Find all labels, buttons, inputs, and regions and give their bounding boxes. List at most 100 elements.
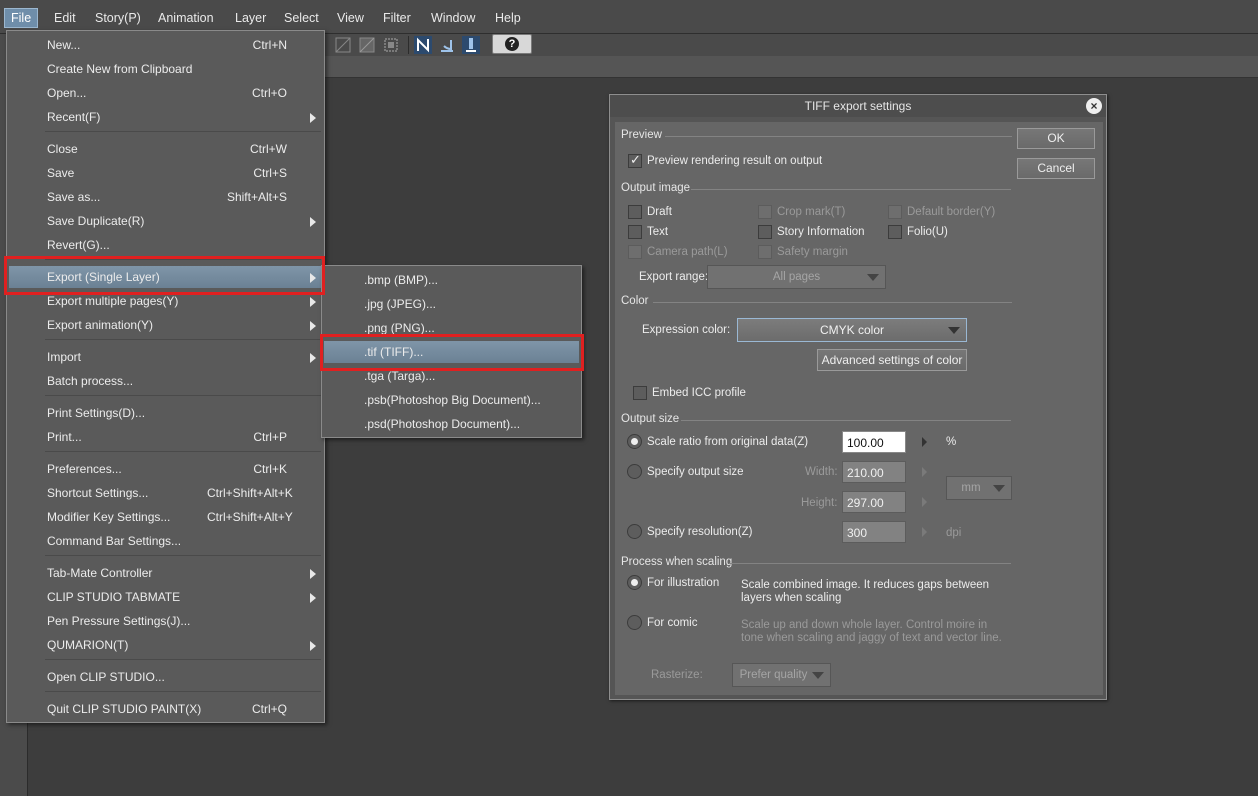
menu-item-open[interactable]: Open... Ctrl+O <box>9 82 322 104</box>
scale-unit-label: % <box>946 436 957 448</box>
advanced-color-settings-button[interactable]: Advanced settings of color <box>817 349 967 371</box>
expression-color-select[interactable]: CMYK color <box>737 318 967 342</box>
scale-ratio-input[interactable]: 100.00 <box>842 431 906 453</box>
height-input: 297.00 <box>842 491 906 513</box>
folio-checkbox[interactable] <box>888 225 902 239</box>
story-info-checkbox[interactable] <box>758 225 772 239</box>
menu-item-print[interactable]: Print... Ctrl+P <box>9 426 322 448</box>
unit-select: mm <box>946 476 1012 500</box>
menu-story[interactable]: Story(P) <box>89 8 147 28</box>
menu-window[interactable]: Window <box>425 8 481 28</box>
menu-item-label: Save Duplicate(R) <box>47 214 145 228</box>
menu-item-label: New... <box>47 38 81 52</box>
snap-grid-icon[interactable] <box>462 36 480 54</box>
submenu-item-psd[interactable]: .psd(Photoshop Document)... <box>324 413 579 435</box>
menu-item-shortcut: Ctrl+W <box>250 142 287 156</box>
selection-icon[interactable] <box>382 36 400 54</box>
chevron-down-icon <box>812 672 824 679</box>
submenu-item-jpg[interactable]: .jpg (JPEG)... <box>324 293 579 315</box>
menu-item-label: Open CLIP STUDIO... <box>47 670 165 684</box>
menu-item-label: Export animation(Y) <box>47 318 154 332</box>
specify-size-radio[interactable] <box>627 464 642 479</box>
menu-item-open-clip-studio[interactable]: Open CLIP STUDIO... <box>9 666 322 688</box>
text-label: Text <box>647 226 669 238</box>
menu-item-pen-pressure-settings[interactable]: Pen Pressure Settings(J)... <box>9 610 322 632</box>
submenu-item-psb[interactable]: .psb(Photoshop Big Document)... <box>324 389 579 411</box>
menu-item-label: QUMARION(T) <box>47 638 129 652</box>
help-button[interactable]: ? <box>492 34 532 54</box>
draft-checkbox[interactable] <box>628 205 642 219</box>
menu-view[interactable]: View <box>331 8 370 28</box>
menu-file[interactable]: File <box>4 8 39 28</box>
menu-item-recent[interactable]: Recent(F) <box>9 106 322 128</box>
for-comic-label: For comic <box>647 617 698 629</box>
menu-item-shortcut: Ctrl+N <box>252 38 287 52</box>
submenu-item-label: .psd(Photoshop Document)... <box>364 417 521 431</box>
resolution-stepper-icon <box>922 527 927 537</box>
menu-item-save-as[interactable]: Save as... Shift+Alt+S <box>9 186 322 208</box>
menu-item-revert[interactable]: Revert(G)... <box>9 234 322 256</box>
camera-path-checkbox <box>628 245 642 259</box>
scale-ratio-stepper-icon[interactable] <box>922 437 927 447</box>
menu-item-shortcut: Ctrl+P <box>253 430 287 444</box>
scale-ratio-radio[interactable] <box>627 434 642 449</box>
expression-color-value: CMYK color <box>819 323 884 337</box>
snap-ruler-icon[interactable] <box>414 36 432 54</box>
transparency-icon[interactable] <box>334 36 352 54</box>
for-comic-radio[interactable] <box>627 615 642 630</box>
snap-special-ruler-icon[interactable] <box>438 36 456 54</box>
submenu-arrow-icon <box>310 593 316 603</box>
menu-item-batch-process[interactable]: Batch process... <box>9 370 322 392</box>
cancel-button[interactable]: Cancel <box>1017 158 1095 179</box>
menu-help[interactable]: Help <box>489 8 527 28</box>
menu-item-save-duplicate[interactable]: Save Duplicate(R) <box>9 210 322 232</box>
menu-edit[interactable]: Edit <box>48 8 82 28</box>
menu-item-save[interactable]: Save Ctrl+S <box>9 162 322 184</box>
submenu-arrow-icon <box>310 297 316 307</box>
menu-item-tab-mate-controller[interactable]: Tab-Mate Controller <box>9 562 322 584</box>
crop-mark-label: Crop mark(T) <box>777 206 846 218</box>
text-checkbox[interactable] <box>628 225 642 239</box>
embed-icc-checkbox[interactable] <box>633 386 647 400</box>
menu-item-export-animation[interactable]: Export animation(Y) <box>9 314 322 336</box>
preview-render-checkbox[interactable] <box>628 152 642 168</box>
submenu-arrow-icon <box>310 217 316 227</box>
submenu-item-bmp[interactable]: .bmp (BMP)... <box>324 269 579 291</box>
menu-item-clip-studio-tabmate[interactable]: CLIP STUDIO TABMATE <box>9 586 322 608</box>
specify-resolution-radio[interactable] <box>627 524 642 539</box>
menu-item-qumarion[interactable]: QUMARION(T) <box>9 634 322 656</box>
menu-item-quit[interactable]: Quit CLIP STUDIO PAINT(X) Ctrl+Q <box>9 698 322 720</box>
menu-item-shortcut: Ctrl+K <box>253 462 287 476</box>
for-illustration-radio[interactable] <box>627 575 642 590</box>
menu-animation[interactable]: Animation <box>152 8 220 28</box>
tone-icon[interactable] <box>358 36 376 54</box>
embed-icc-label: Embed ICC profile <box>652 387 746 399</box>
height-stepper-icon <box>922 497 927 507</box>
menu-item-label: Revert(G)... <box>47 238 110 252</box>
menu-item-new[interactable]: New... Ctrl+N <box>9 34 322 56</box>
close-icon[interactable]: × <box>1086 98 1102 114</box>
preview-render-label: Preview rendering result on output <box>647 155 823 167</box>
folio-label: Folio(U) <box>907 226 948 238</box>
section-preview: Preview <box>621 129 662 141</box>
submenu-item-label: .bmp (BMP)... <box>364 273 439 287</box>
menu-item-print-settings[interactable]: Print Settings(D)... <box>9 402 322 424</box>
menu-item-shortcut-settings[interactable]: Shortcut Settings... Ctrl+Shift+Alt+K <box>9 482 322 504</box>
section-output-size: Output size <box>621 413 680 425</box>
dialog-title: TIFF export settings <box>610 95 1106 117</box>
menu-item-shortcut: Ctrl+Shift+Alt+Y <box>207 510 293 524</box>
menu-select[interactable]: Select <box>278 8 325 28</box>
menu-item-import[interactable]: Import <box>9 346 322 368</box>
menu-item-label: Recent(F) <box>47 110 101 124</box>
menu-filter[interactable]: Filter <box>377 8 417 28</box>
menu-item-preferences[interactable]: Preferences... Ctrl+K <box>9 458 322 480</box>
menu-item-command-bar-settings[interactable]: Command Bar Settings... <box>9 530 322 552</box>
menu-item-modifier-key-settings[interactable]: Modifier Key Settings... Ctrl+Shift+Alt+Y <box>9 506 322 528</box>
menu-item-close[interactable]: Close Ctrl+W <box>9 138 322 160</box>
menu-bar: File Edit Story(P) Animation Layer Selec… <box>0 0 1258 34</box>
menu-layer[interactable]: Layer <box>229 8 272 28</box>
menu-item-create-from-clipboard[interactable]: Create New from Clipboard <box>9 58 322 80</box>
ok-button[interactable]: OK <box>1017 128 1095 149</box>
help-icon: ? <box>505 37 519 51</box>
dialog-body: Preview Preview rendering result on outp… <box>615 122 1103 695</box>
